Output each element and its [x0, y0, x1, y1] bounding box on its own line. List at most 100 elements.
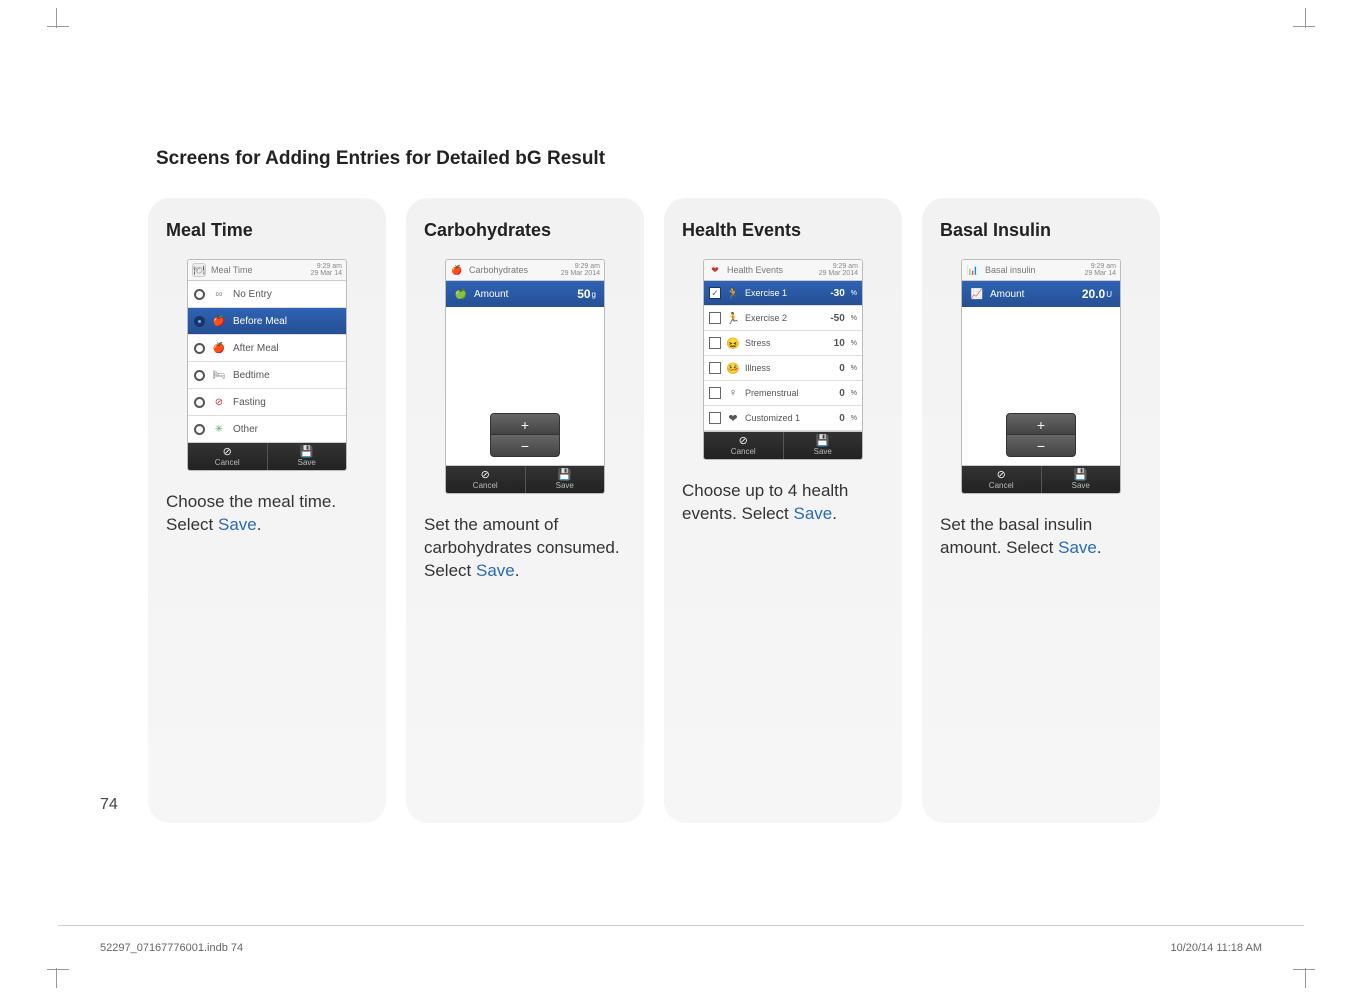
save-link: Save	[218, 515, 257, 534]
option-label: No Entry	[233, 289, 272, 300]
amount-row[interactable]: 🍏 Amount 50 g	[446, 281, 604, 307]
cancel-button[interactable]: ⊘Cancel	[446, 466, 525, 493]
event-unit: %	[851, 315, 857, 322]
checkbox[interactable]	[709, 362, 721, 374]
event-icon: 🏃	[726, 311, 740, 325]
chart-icon: 📈	[970, 287, 984, 301]
cancel-icon: ⊘	[188, 447, 267, 458]
radio-icon	[194, 316, 205, 327]
crop-mark	[1286, 968, 1306, 988]
amount-row[interactable]: 📈 Amount 20.0 U	[962, 281, 1120, 307]
event-value: -50	[830, 313, 844, 324]
option-row[interactable]: ✳Other	[188, 416, 346, 442]
event-label: Exercise 2	[745, 313, 825, 323]
save-link: Save	[1058, 538, 1097, 557]
option-label: Before Meal	[233, 316, 287, 327]
phone-body: + −	[962, 307, 1120, 465]
header-title: Meal Time	[211, 265, 310, 275]
card-carbs: Carbohydrates 🍎 Carbohydrates 9:29 am29 …	[406, 198, 644, 823]
cancel-icon: ⊘	[962, 470, 1041, 481]
amount-value: 50	[577, 287, 590, 301]
stepper: + −	[1006, 413, 1076, 457]
header-title: Health Events	[727, 265, 819, 275]
cancel-button[interactable]: ⊘Cancel	[962, 466, 1041, 493]
save-button[interactable]: 💾Save	[1041, 466, 1121, 493]
radio-icon	[194, 397, 205, 408]
event-icon: ❤	[726, 411, 740, 425]
event-icon: 🏃	[726, 286, 740, 300]
option-label: Fasting	[233, 397, 266, 408]
header-title: Basal insulin	[985, 265, 1084, 275]
phone-header: 🍎 Carbohydrates 9:29 am29 Mar 2014	[446, 260, 604, 281]
event-unit: %	[851, 365, 857, 372]
checkbox[interactable]	[709, 412, 721, 424]
caption: Set the amount of carbohydrates consumed…	[424, 514, 626, 583]
option-row[interactable]: 🍎 After Meal	[188, 335, 346, 362]
checkbox[interactable]: ✓	[709, 287, 721, 299]
plus-button[interactable]: +	[490, 413, 560, 435]
amount-unit: g	[592, 290, 596, 299]
radio-icon	[194, 424, 205, 435]
caption: Choose up to 4 health events. Select Sav…	[682, 480, 884, 526]
apple-icon: 🍏	[454, 287, 468, 301]
phone-header: 📊 Basal insulin 9:29 am29 Mar 14	[962, 260, 1120, 281]
plus-button[interactable]: +	[1006, 413, 1076, 435]
cancel-button[interactable]: ⊘Cancel	[704, 432, 783, 459]
phone-carbs: 🍎 Carbohydrates 9:29 am29 Mar 2014 🍏 Amo…	[445, 259, 605, 494]
save-button[interactable]: 💾Save	[267, 443, 347, 470]
header-timestamp: 9:29 am29 Mar 2014	[561, 263, 600, 277]
footer-date: 10/20/14 11:18 AM	[1170, 942, 1262, 954]
event-label: Stress	[745, 338, 829, 348]
page-title: Screens for Adding Entries for Detailed …	[156, 148, 605, 170]
event-label: Illness	[745, 363, 834, 373]
event-value: -30	[830, 288, 844, 299]
save-button[interactable]: 💾Save	[525, 466, 605, 493]
event-value: 0	[839, 413, 845, 424]
card-mealtime: Meal Time 🍽 Meal Time 9:29 am29 Mar 14 ∞…	[148, 198, 386, 823]
event-icon: ♀	[726, 386, 740, 400]
event-label: Customized 1	[745, 413, 834, 423]
option-label: Bedtime	[233, 370, 270, 381]
phone-header: 🍽 Meal Time 9:29 am29 Mar 14	[188, 260, 346, 281]
option-row[interactable]: ∞ No Entry	[188, 281, 346, 308]
page-number: 74	[100, 796, 118, 814]
event-unit: %	[851, 290, 857, 297]
option-row[interactable]: 🛏 Bedtime	[188, 362, 346, 389]
radio-icon	[194, 370, 205, 381]
carbs-icon: 🍎	[450, 263, 464, 277]
save-link: Save	[476, 561, 515, 580]
basal-icon: 📊	[966, 263, 980, 277]
option-row[interactable]: 🍎Before Meal	[188, 308, 346, 335]
save-link: Save	[794, 504, 833, 523]
event-row[interactable]: ❤Customized 10%	[704, 406, 862, 431]
option-icon: ✳	[211, 421, 227, 437]
checkbox[interactable]	[709, 337, 721, 349]
checkbox[interactable]	[709, 312, 721, 324]
option-label: After Meal	[233, 343, 279, 354]
event-label: Exercise 1	[745, 288, 825, 298]
event-row[interactable]: 😖Stress10%	[704, 331, 862, 356]
header-timestamp: 9:29 am29 Mar 14	[310, 263, 342, 277]
event-row[interactable]: 🏃 Exercise 2 -50%	[704, 306, 862, 331]
event-row[interactable]: ✓ 🏃 Exercise 1 -30%	[704, 281, 862, 306]
card-basal: Basal Insulin 📊 Basal insulin 9:29 am29 …	[922, 198, 1160, 823]
event-value: 10	[834, 338, 845, 349]
option-row[interactable]: ⊘ Fasting	[188, 389, 346, 416]
caption: Choose the meal time. Select Save.	[166, 491, 368, 537]
crop-mark	[56, 968, 76, 988]
option-icon: 🛏	[211, 367, 227, 383]
card-title: Carbohydrates	[424, 220, 626, 241]
option-icon: ⊘	[211, 394, 227, 410]
checkbox[interactable]	[709, 387, 721, 399]
cancel-button[interactable]: ⊘Cancel	[188, 443, 267, 470]
card-title: Health Events	[682, 220, 884, 241]
phone-health: ❤ Health Events 9:29 am29 Mar 2014 ✓🏃Exe…	[703, 259, 863, 460]
minus-button[interactable]: −	[1006, 435, 1076, 457]
event-row[interactable]: 🤒Illness0%	[704, 356, 862, 381]
minus-button[interactable]: −	[490, 435, 560, 457]
event-row[interactable]: ♀Premenstrual0%	[704, 381, 862, 406]
option-icon: 🍎	[211, 340, 227, 356]
save-button[interactable]: 💾Save	[783, 432, 863, 459]
event-icon: 😖	[726, 336, 740, 350]
option-icon: ∞	[211, 286, 227, 302]
